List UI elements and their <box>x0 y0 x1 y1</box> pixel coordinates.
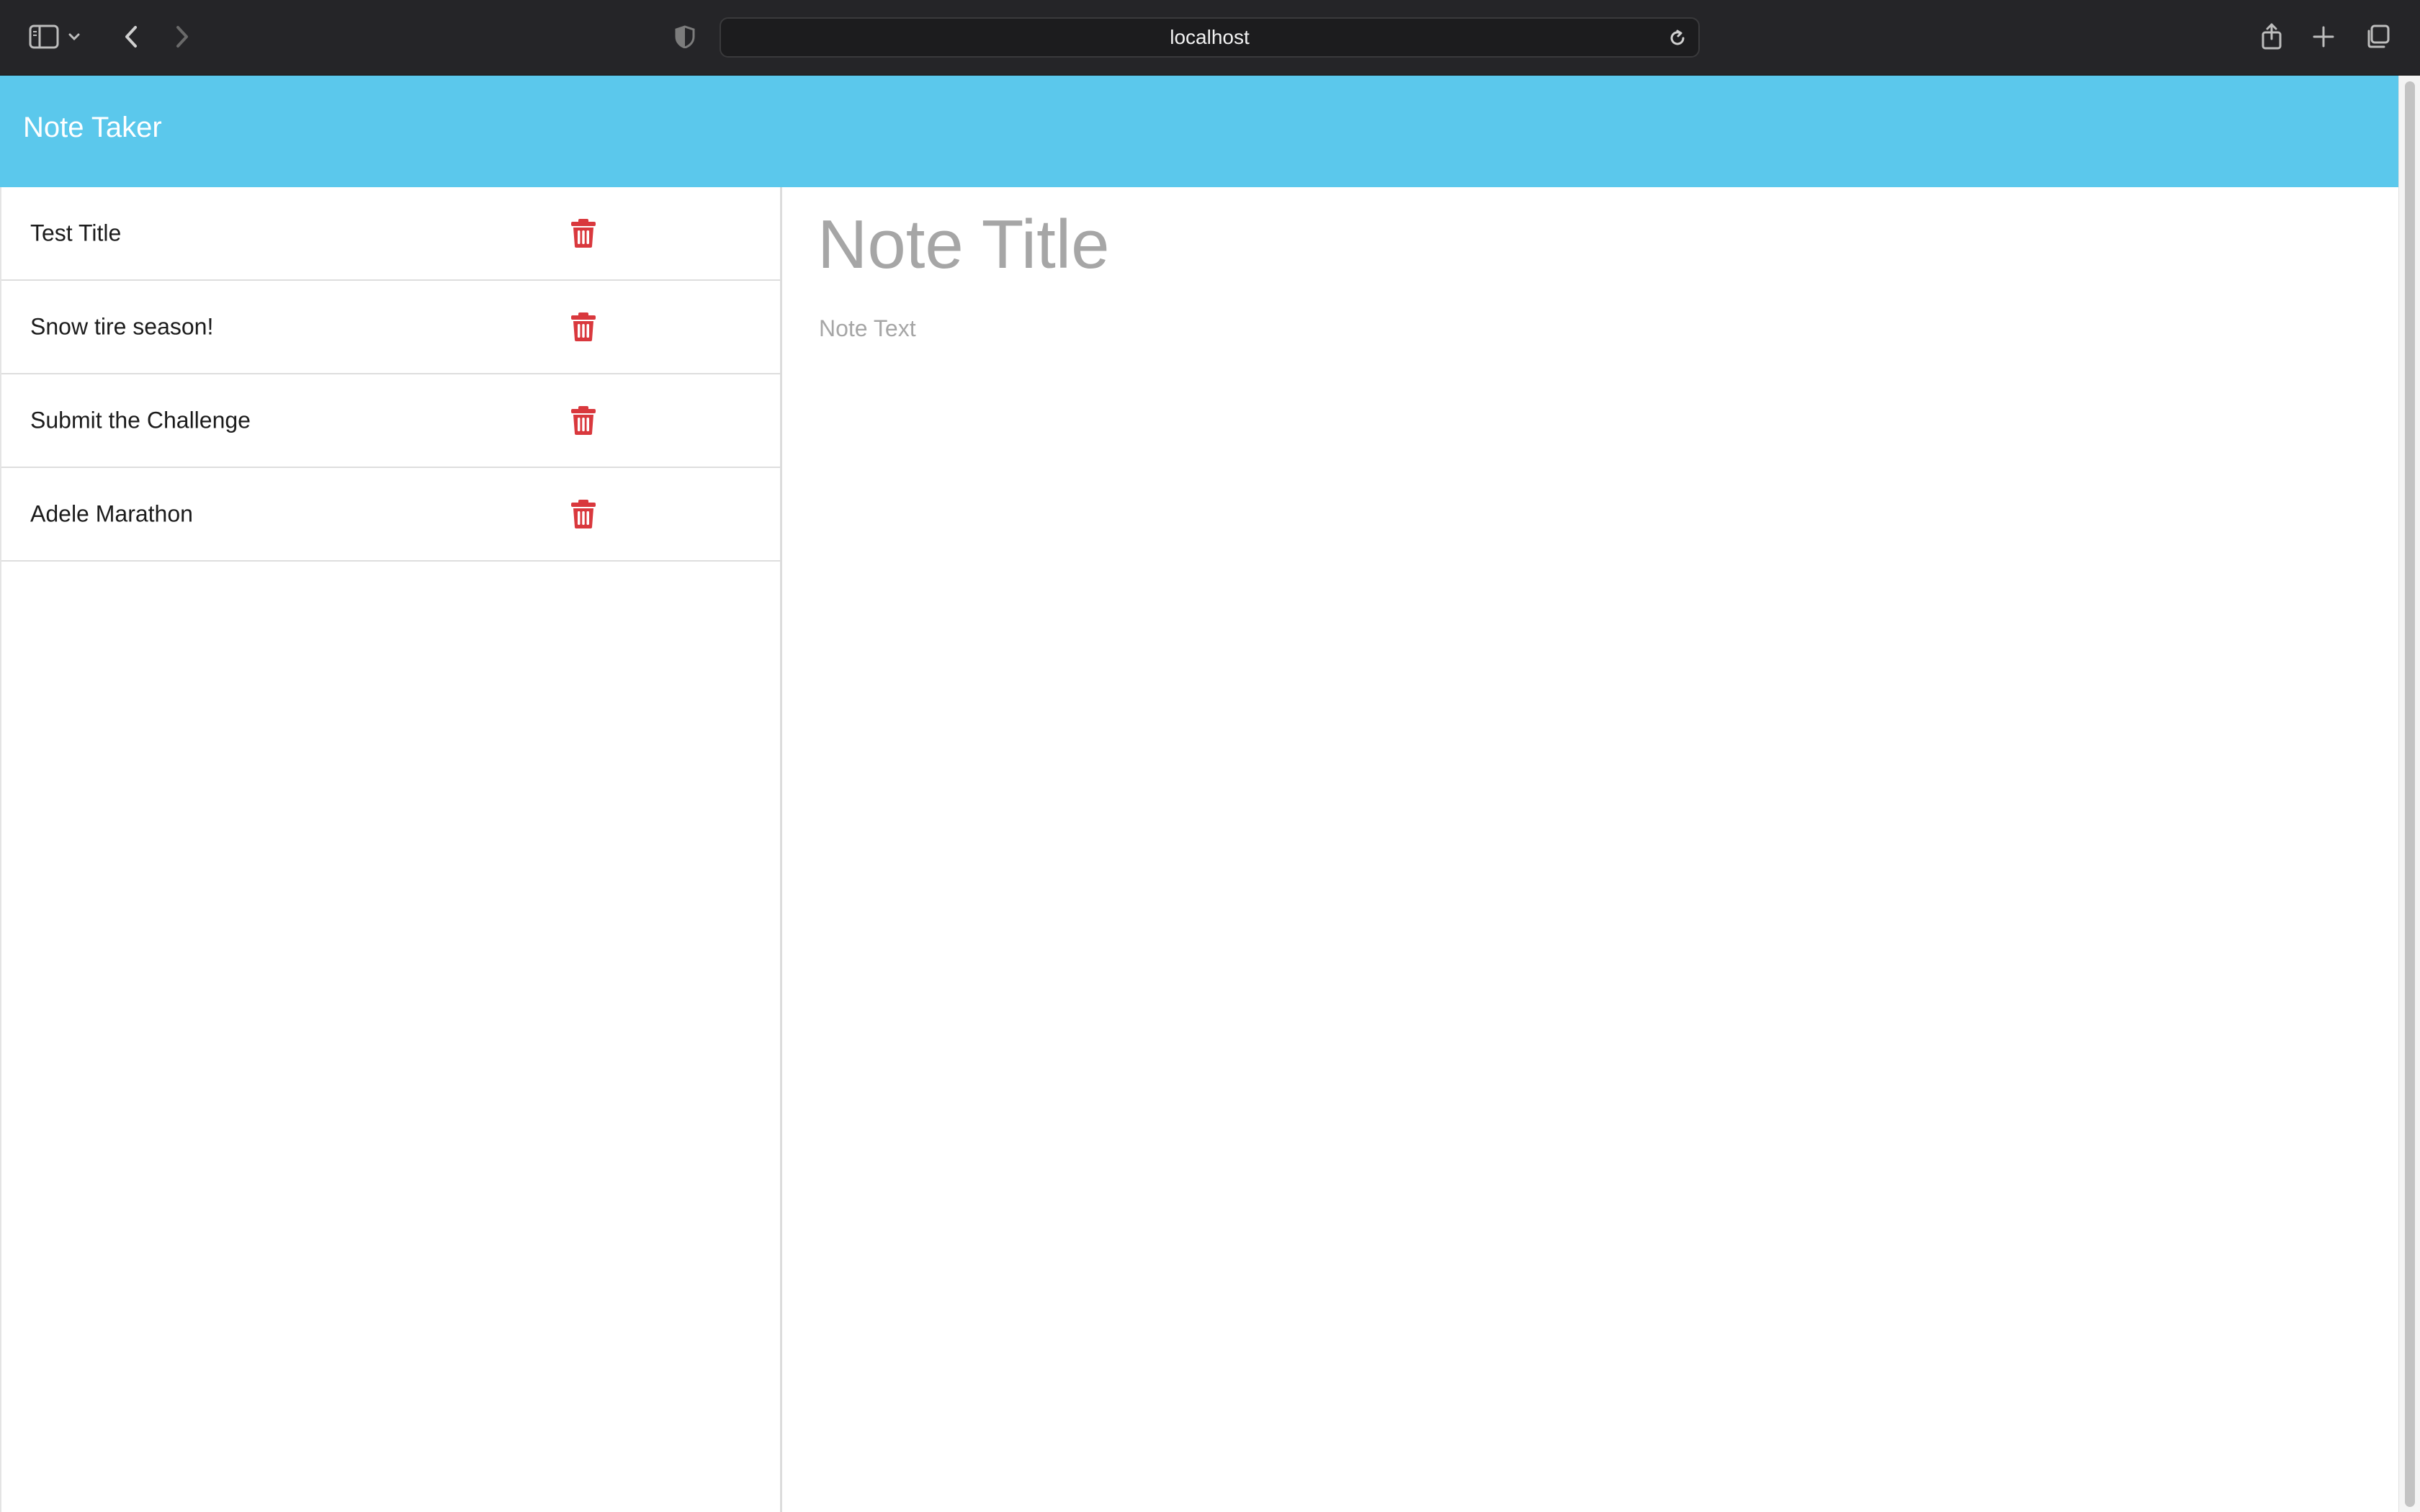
sidebar-icon <box>29 24 59 49</box>
note-item-title[interactable]: Adele Marathon <box>30 501 193 528</box>
chevron-left-icon <box>125 26 137 48</box>
app-navbar: Note Taker <box>0 76 2398 187</box>
note-list-item[interactable]: Snow tire season! <box>1 281 780 374</box>
back-button[interactable] <box>113 19 149 55</box>
browser-toolbar: localhost <box>0 0 2420 76</box>
forward-button[interactable] <box>164 19 200 55</box>
sidebar-menu-button[interactable] <box>63 19 85 55</box>
note-list-panel: Test Title Snow tire season! Submit the … <box>0 187 782 1512</box>
note-list: Test Title Snow tire season! Submit the … <box>1 187 780 562</box>
app-brand[interactable]: Note Taker <box>23 112 162 144</box>
shield-icon <box>675 25 695 48</box>
note-item-title[interactable]: Test Title <box>30 220 121 247</box>
note-item-title[interactable]: Snow tire season! <box>30 314 213 341</box>
share-button[interactable] <box>2254 19 2290 55</box>
sidebar-toggle-button[interactable] <box>26 19 62 55</box>
reload-icon <box>1670 30 1685 45</box>
address-bar[interactable]: localhost <box>720 17 1700 58</box>
tabs-overview-icon <box>2367 24 2390 48</box>
note-list-item[interactable]: Test Title <box>1 187 780 281</box>
note-list-item[interactable]: Submit the Challenge <box>1 374 780 468</box>
share-icon <box>2262 23 2282 50</box>
note-list-item[interactable]: Adele Marathon <box>1 468 780 562</box>
page-scrollbar[interactable] <box>2398 76 2420 1512</box>
trash-icon[interactable] <box>570 405 596 436</box>
scrollbar-thumb[interactable] <box>2405 81 2415 1507</box>
tab-overview-button[interactable] <box>2360 19 2396 55</box>
trash-icon[interactable] <box>570 499 596 529</box>
new-tab-button[interactable] <box>2305 19 2341 55</box>
plus-icon <box>2313 26 2334 48</box>
note-title-input[interactable] <box>817 202 2330 288</box>
note-editor <box>784 187 2398 1512</box>
trash-icon[interactable] <box>570 312 596 342</box>
chevron-right-icon <box>176 26 188 48</box>
reload-button[interactable] <box>1664 24 1691 52</box>
trash-icon[interactable] <box>570 218 596 248</box>
privacy-button[interactable] <box>667 19 703 55</box>
chevron-down-icon <box>68 33 80 40</box>
note-item-title[interactable]: Submit the Challenge <box>30 408 251 434</box>
url-text: localhost <box>1170 26 1250 48</box>
note-text-textarea[interactable] <box>819 315 2331 1467</box>
